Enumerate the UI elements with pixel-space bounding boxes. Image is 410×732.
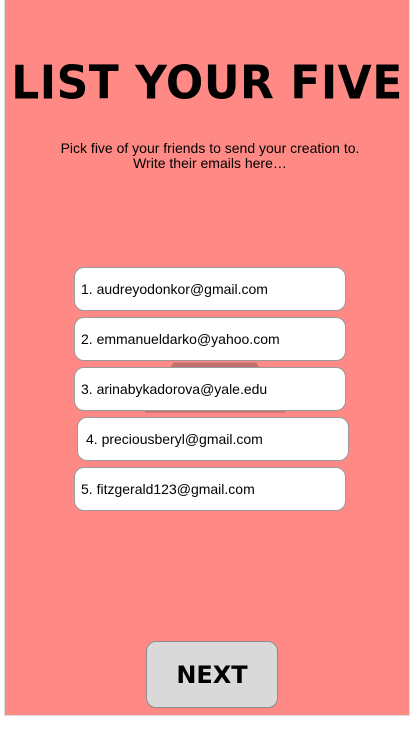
email-field-1[interactable]: 1. audreyodonkor@gmail.com xyxy=(74,267,346,311)
next-button[interactable]: NEXT xyxy=(146,641,278,708)
email-field-2[interactable]: 2. emmanueldarko@yahoo.com xyxy=(74,317,346,361)
email-field-3[interactable]: 3. arinabykadorova@yale.edu xyxy=(74,367,346,411)
email-field-4[interactable]: 4. preciousberyl@gmail.com xyxy=(77,417,349,461)
email-field-5[interactable]: 5. fitzgerald123@gmail.com xyxy=(74,467,346,511)
email-list: 1. audreyodonkor@gmail.com 2. emmanuelda… xyxy=(5,0,409,715)
screen: LIST YOUR FIVE Pick five of your friends… xyxy=(4,0,410,716)
